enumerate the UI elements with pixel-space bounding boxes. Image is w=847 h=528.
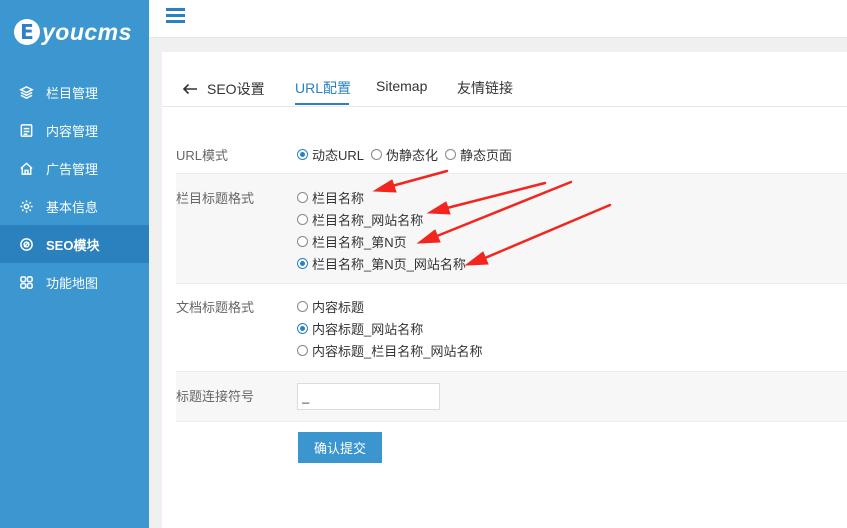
seo-icon (20, 237, 33, 251)
back-link[interactable]: SEO设置 (182, 79, 265, 99)
gear-icon (20, 199, 33, 213)
sidebar-item-seo[interactable]: SEO模块 (0, 225, 149, 263)
separator-row: 标题连接符号 (176, 372, 847, 422)
column-title-label: 栏目标题格式 (176, 191, 255, 206)
radio-unchecked-icon (297, 236, 308, 247)
tab-url-config[interactable]: URL配置 (295, 78, 351, 98)
option-label: 内容标题_栏目名称_网站名称 (312, 344, 483, 359)
separator-label: 标题连接符号 (176, 389, 255, 404)
home-ad-icon (20, 161, 33, 175)
url-mode-dynamic-radio[interactable]: 动态URL (297, 145, 364, 164)
sidebar-item-column[interactable]: 栏目管理 (0, 73, 149, 111)
logo-badge: E (14, 19, 40, 45)
back-arrow-icon (182, 83, 197, 95)
top-bar (149, 0, 847, 38)
sidebar-item-label: 内容管理 (46, 123, 99, 139)
grid-icon (20, 275, 33, 289)
sidebar: E youcms 栏目管理 内容管理 广告管理 基本信息 SEO模块 功能地图 (0, 0, 149, 528)
doc-title-option-2[interactable]: 内容标题_网站名称 (297, 319, 423, 338)
main-panel: SEO设置 URL配置 Sitemap 友情链接 URL模式 动态URL 伪静态… (162, 52, 847, 528)
radio-unchecked-icon (297, 192, 308, 203)
radio-unchecked-icon (445, 149, 457, 160)
option-label: 栏目名称_网站名称 (312, 213, 424, 228)
column-title-option-1[interactable]: 栏目名称 (297, 188, 364, 207)
logo-text: youcms (42, 18, 132, 45)
option-label: 内容标题 (312, 300, 365, 315)
column-title-option-2[interactable]: 栏目名称_网站名称 (297, 210, 423, 229)
sidebar-item-content[interactable]: 内容管理 (0, 111, 149, 149)
logo[interactable]: E youcms (0, 0, 149, 64)
url-mode-pseudo-static-radio[interactable]: 伪静态化 (371, 145, 438, 164)
url-mode-row: URL模式 动态URL 伪静态化 静态页面 (176, 128, 847, 174)
url-mode-options: 动态URL 伪静态化 静态页面 (297, 145, 519, 164)
column-title-row: 栏目标题格式 栏目名称 栏目名称_网站名称 栏目名称_第N页 栏目名称_第N页_… (176, 174, 847, 284)
radio-checked-icon (297, 149, 308, 160)
document-icon (20, 123, 33, 137)
option-label: 动态URL (312, 148, 365, 163)
sidebar-nav: 栏目管理 内容管理 广告管理 基本信息 SEO模块 功能地图 (0, 73, 149, 301)
back-label: SEO设置 (207, 81, 265, 97)
active-tab-indicator (295, 103, 349, 105)
doc-title-label: 文档标题格式 (176, 300, 255, 315)
tab-friend-links[interactable]: 友情链接 (457, 78, 513, 98)
radio-checked-icon (297, 323, 308, 334)
option-label: 伪静态化 (386, 148, 439, 163)
separator-input[interactable] (297, 383, 440, 410)
option-label: 静态页面 (460, 148, 513, 163)
sidebar-item-label: 广告管理 (46, 161, 99, 177)
url-mode-label: URL模式 (176, 148, 229, 163)
menu-toggle-icon[interactable] (166, 8, 185, 24)
sidebar-item-label: SEO模块 (46, 237, 100, 253)
radio-unchecked-icon (297, 345, 308, 356)
submit-button[interactable]: 确认提交 (298, 432, 382, 463)
radio-unchecked-icon (297, 301, 308, 312)
doc-title-option-1[interactable]: 内容标题 (297, 297, 364, 316)
radio-checked-icon (297, 258, 308, 269)
layers-icon (19, 85, 34, 99)
tab-bar: SEO设置 URL配置 Sitemap 友情链接 (162, 52, 847, 107)
option-label: 内容标题_网站名称 (312, 322, 424, 337)
sidebar-item-feature-map[interactable]: 功能地图 (0, 263, 149, 301)
option-label: 栏目名称_第N页_网站名称 (312, 257, 466, 272)
option-label: 栏目名称 (312, 191, 365, 206)
doc-title-option-3[interactable]: 内容标题_栏目名称_网站名称 (297, 341, 482, 360)
tab-sitemap[interactable]: Sitemap (376, 78, 427, 94)
sidebar-item-label: 栏目管理 (46, 85, 99, 101)
radio-unchecked-icon (371, 149, 383, 160)
sidebar-item-ads[interactable]: 广告管理 (0, 149, 149, 187)
sidebar-item-label: 功能地图 (46, 275, 99, 291)
radio-unchecked-icon (297, 214, 308, 225)
url-mode-static-radio[interactable]: 静态页面 (445, 145, 512, 164)
sidebar-item-basic-info[interactable]: 基本信息 (0, 187, 149, 225)
sidebar-item-label: 基本信息 (46, 199, 99, 215)
option-label: 栏目名称_第N页 (312, 235, 407, 250)
doc-title-row: 文档标题格式 内容标题 内容标题_网站名称 内容标题_栏目名称_网站名称 (176, 284, 847, 372)
column-title-option-3[interactable]: 栏目名称_第N页 (297, 232, 407, 251)
column-title-option-4[interactable]: 栏目名称_第N页_网站名称 (297, 254, 466, 273)
